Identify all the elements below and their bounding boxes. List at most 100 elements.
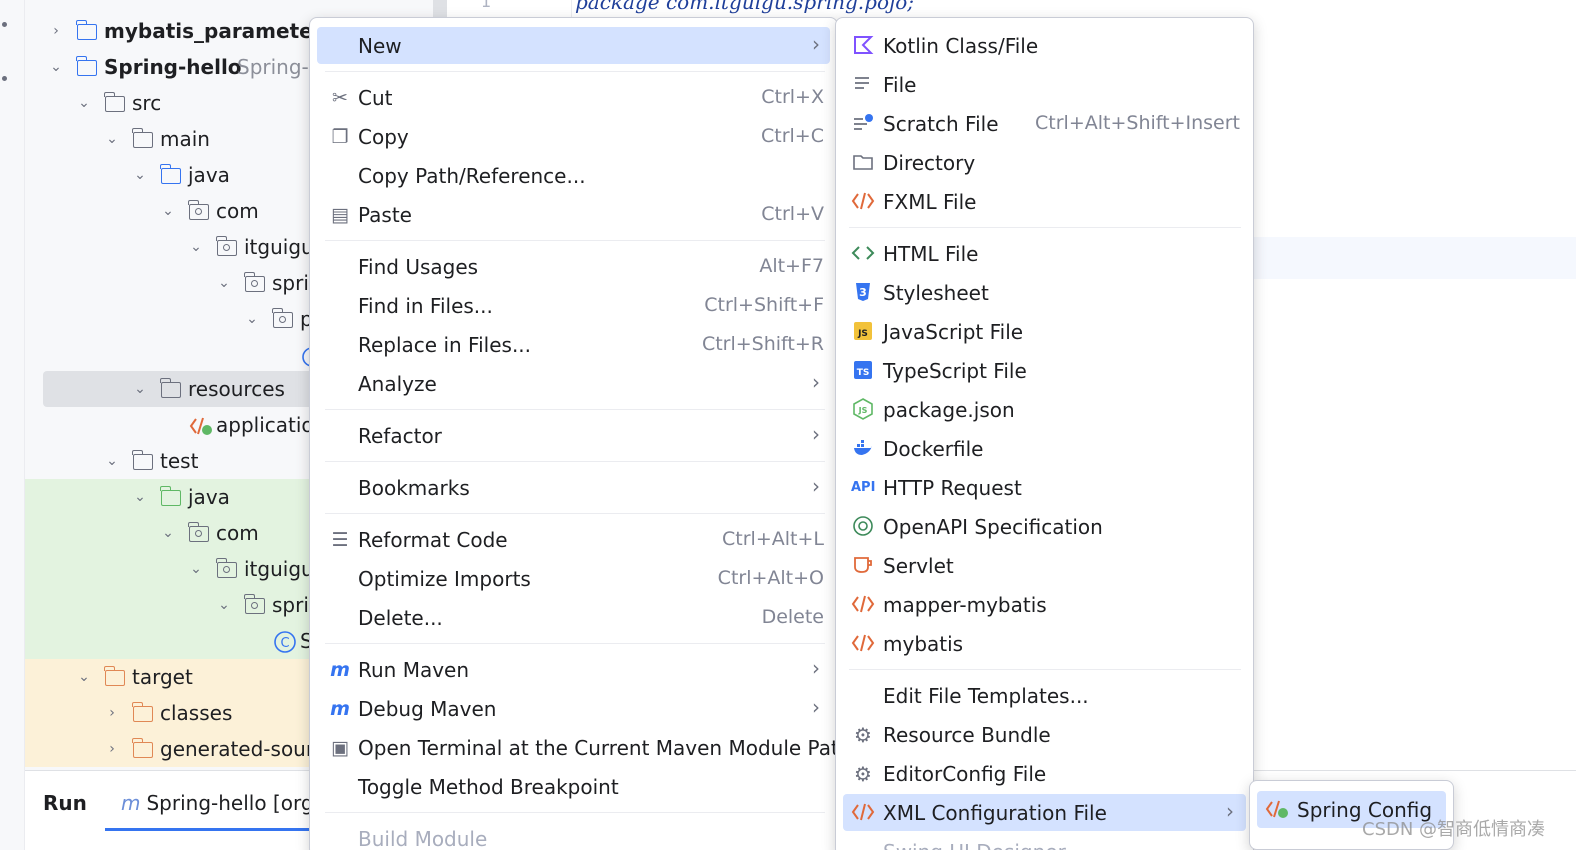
copy-icon: ❐ [331, 126, 349, 148]
menu-item-analyze[interactable]: Analyze › [317, 365, 830, 402]
tree-row-src[interactable]: ⌄ src [25, 85, 325, 121]
menu-item-refactor[interactable]: Refactor › [317, 417, 830, 454]
new-item-editorconfig-file[interactable]: ⚙ EditorConfig File [843, 755, 1246, 792]
new-item-fxml-file[interactable]: FXML File [843, 183, 1246, 220]
new-item-stylesheet[interactable]: 3 Stylesheet [843, 274, 1246, 311]
menu-item-shortcut: Ctrl+V [761, 203, 824, 225]
new-item-mybatis[interactable]: mybatis [843, 625, 1246, 662]
run-tab[interactable]: m Spring-hello [org [121, 791, 314, 815]
new-item-directory[interactable]: Directory [843, 144, 1246, 181]
tree-row-itguigu[interactable]: ⌄ itguigu [25, 229, 325, 265]
tree-row-main[interactable]: ⌄ main [25, 121, 325, 157]
tree-row-spring[interactable]: ⌄ spri [25, 265, 325, 301]
strip-marker-icon[interactable] [2, 22, 7, 27]
new-item-dockerfile[interactable]: Dockerfile [843, 430, 1246, 467]
chevron-down-icon[interactable]: ⌄ [133, 168, 147, 182]
chevron-down-icon[interactable]: ⌄ [77, 96, 91, 110]
tree-row-test-class[interactable]: C S [25, 623, 325, 659]
menu-item-open-terminal[interactable]: ▣ Open Terminal at the Current Maven Mod… [317, 729, 851, 766]
menu-item-optimize-imports[interactable]: Optimize Imports Ctrl+Alt+O [317, 560, 830, 597]
new-item-http-request[interactable]: API HTTP Request [843, 469, 1246, 506]
tree-row-classes[interactable]: › classes [25, 695, 325, 731]
tree-row-java[interactable]: ⌄ java [25, 157, 325, 193]
new-item-resource-bundle[interactable]: ⚙ Resource Bundle [843, 716, 1246, 753]
new-item-typescript-file[interactable]: TS TypeScript File [843, 352, 1246, 389]
menu-separator [325, 812, 825, 813]
menu-item-debug-maven[interactable]: m Debug Maven › [317, 690, 830, 727]
chevron-down-icon[interactable]: ⌄ [161, 526, 175, 540]
tree-row-test-spring[interactable]: ⌄ spri [25, 587, 325, 623]
chevron-down-icon[interactable]: ⌄ [105, 132, 119, 146]
chevron-down-icon[interactable]: ⌄ [77, 670, 91, 684]
menu-item-find-usages[interactable]: Find Usages Alt+F7 [317, 248, 830, 285]
menu-item-toggle-method-breakpoint[interactable]: Toggle Method Breakpoint [317, 768, 830, 805]
chevron-down-icon[interactable]: ⌄ [189, 240, 203, 254]
excluded-folder-icon [132, 738, 155, 760]
new-item-openapi-spec[interactable]: OpenAPI Specification [843, 508, 1246, 545]
new-item-kotlin-class[interactable]: Kotlin Class/File [843, 27, 1246, 64]
menu-item-reformat-code[interactable]: ☰ Reformat Code Ctrl+Alt+L [317, 521, 830, 558]
chevron-down-icon[interactable]: ⌄ [189, 562, 203, 576]
chevron-down-icon[interactable]: ⌄ [105, 454, 119, 468]
tree-row-com[interactable]: ⌄ com [25, 193, 325, 229]
new-item-html-file[interactable]: HTML File [843, 235, 1246, 272]
menu-item-find-in-files[interactable]: Find in Files... Ctrl+Shift+F [317, 287, 830, 324]
maven-debug-icon: m [330, 698, 350, 720]
tree-row-test-java[interactable]: ⌄ java [25, 479, 325, 515]
new-item-xml-configuration-file[interactable]: XML Configuration File › [843, 794, 1246, 831]
tree-row-class[interactable] [25, 337, 325, 373]
submenu-item-label: EditorConfig File [883, 762, 1047, 786]
tree-row-target[interactable]: ⌄ target [25, 659, 325, 695]
menu-item-delete[interactable]: Delete... Delete [317, 599, 830, 636]
chevron-down-icon[interactable]: ⌄ [217, 276, 231, 290]
submenu-item-label: JavaScript File [883, 320, 1024, 344]
tree-row-label: main [160, 127, 210, 151]
chevron-down-icon[interactable]: ⌄ [217, 598, 231, 612]
package-icon [216, 236, 239, 258]
menu-item-label: Analyze [358, 372, 437, 396]
strip-dot-icon[interactable] [2, 76, 7, 81]
chevron-right-icon[interactable]: › [49, 24, 63, 38]
tree-row-pojo[interactable]: ⌄ p [25, 301, 325, 337]
menu-item-label: Paste [358, 203, 412, 227]
menu-item-label: Delete... [358, 606, 443, 630]
chevron-down-icon[interactable]: ⌄ [133, 382, 147, 396]
tree-row-mybatis-parameter[interactable]: › mybatis_parameter [25, 13, 325, 49]
file-icon [851, 73, 875, 97]
chevron-down-icon[interactable]: ⌄ [133, 490, 147, 504]
new-item-edit-file-templates[interactable]: Edit File Templates... [843, 677, 1246, 714]
tree-row-generated-sources[interactable]: › generated-sourc [25, 731, 325, 767]
menu-item-bookmarks[interactable]: Bookmarks › [317, 469, 830, 506]
chevron-right-icon[interactable]: › [105, 706, 119, 720]
chevron-down-icon[interactable]: ⌄ [245, 312, 259, 326]
chevron-down-icon[interactable]: ⌄ [49, 60, 63, 74]
chevron-right-icon: › [812, 656, 820, 680]
menu-item-run-maven[interactable]: m Run Maven › [317, 651, 830, 688]
tree-row-resources[interactable]: ⌄ resources [43, 371, 335, 407]
chevron-down-icon[interactable]: ⌄ [161, 204, 175, 218]
menu-item-copy-path[interactable]: Copy Path/Reference... [317, 157, 830, 194]
new-item-file[interactable]: File [843, 66, 1246, 103]
menu-item-new[interactable]: New › [317, 27, 830, 64]
tree-row-test[interactable]: ⌄ test [25, 443, 325, 479]
tree-row-label: java [188, 163, 230, 187]
menu-item-label: Copy Path/Reference... [358, 164, 586, 188]
menu-separator [325, 513, 825, 514]
tree-row-test-com[interactable]: ⌄ com [25, 515, 325, 551]
new-item-package-json[interactable]: JS package.json [843, 391, 1246, 428]
menu-item-copy[interactable]: ❐ Copy Ctrl+C [317, 118, 830, 155]
menu-item-replace-in-files[interactable]: Replace in Files... Ctrl+Shift+R [317, 326, 830, 363]
new-item-scratch-file[interactable]: Scratch File Ctrl+Alt+Shift+Insert [843, 105, 1246, 142]
menu-item-cut[interactable]: ✂ Cut Ctrl+X [317, 79, 830, 116]
test-folder-icon [160, 486, 183, 508]
tree-row-application[interactable]: applicatio [25, 407, 325, 443]
menu-item-build-module[interactable]: Build Module [317, 820, 830, 850]
chevron-right-icon[interactable]: › [105, 742, 119, 756]
new-item-swing-ui-designer[interactable]: Swing UI Designer [843, 833, 1246, 850]
new-item-javascript-file[interactable]: JS JavaScript File [843, 313, 1246, 350]
new-item-servlet[interactable]: Servlet [843, 547, 1246, 584]
tree-row-test-itguigu[interactable]: ⌄ itguigu [25, 551, 325, 587]
tree-row-spring-hello[interactable]: ⌄ Spring-hello Spring-l [25, 49, 325, 85]
menu-item-paste[interactable]: ▤ Paste Ctrl+V [317, 196, 830, 233]
new-item-mapper-mybatis[interactable]: mapper-mybatis [843, 586, 1246, 623]
